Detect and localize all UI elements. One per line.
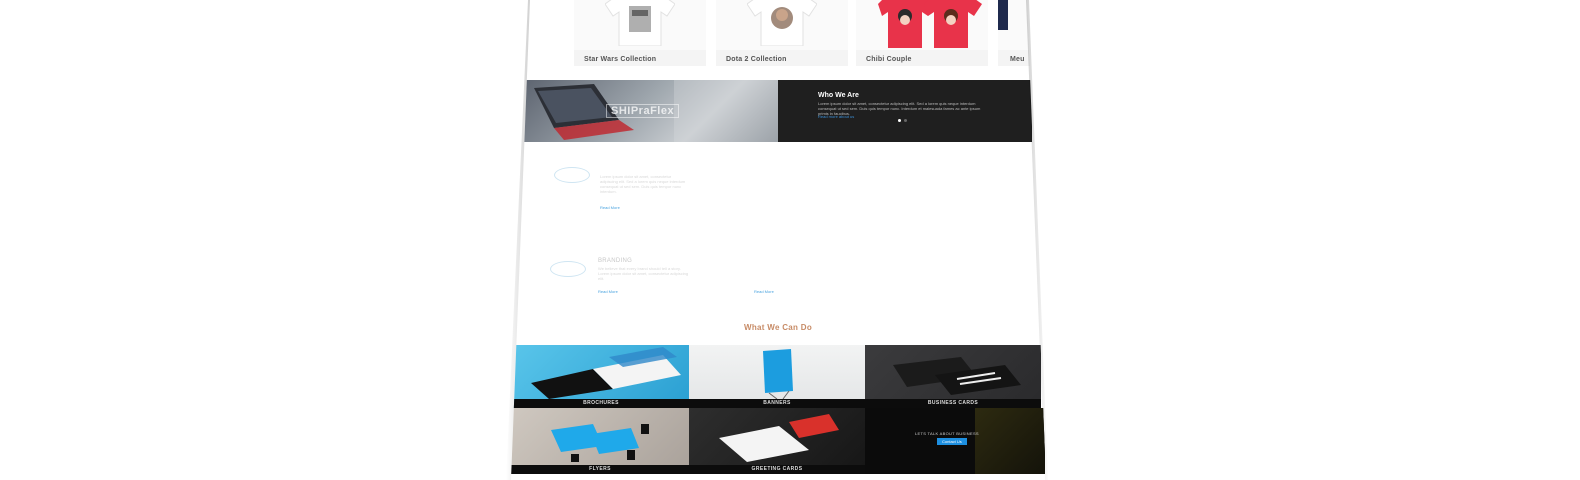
check-icon xyxy=(550,261,586,277)
team-photo: SHIPraFlex xyxy=(524,80,778,142)
service-text: We believe that every brand should tell … xyxy=(598,266,689,281)
product-row: Star Wars Collection Dota 2 Collection C… xyxy=(574,0,1038,68)
greeting-cards-image xyxy=(719,414,839,462)
portfolio-tile-brochures[interactable]: BROCHURES xyxy=(513,345,689,408)
flyers-image xyxy=(551,424,649,462)
portfolio-tile-business-cards[interactable]: BUSINESS CARDS xyxy=(865,345,1041,408)
service-text: Lorem ipsum dolor sit amet, consectetur … xyxy=(600,174,686,194)
lets-talk-panel: LETS TALK ABOUT BUSINESS Contact Us xyxy=(865,408,1045,474)
product-label: Star Wars Collection xyxy=(584,56,657,63)
product-card[interactable]: Chibi Couple xyxy=(856,0,988,66)
section-title: What We Can Do xyxy=(743,323,813,332)
service-heading: BRANDING xyxy=(598,258,633,264)
tile-caption: BUSINESS CARDS xyxy=(865,399,1041,408)
product-label: Meu xyxy=(1010,56,1025,63)
tile-caption: GREETING CARDS xyxy=(689,465,865,474)
who-we-are-panel: Who We Are Lorem ipsum dolor sit amet, c… xyxy=(778,80,1032,142)
portfolio-tile-greeting-cards[interactable]: GREETING CARDS xyxy=(689,408,865,474)
portfolio-tile-banners[interactable]: BANNERS xyxy=(689,345,865,408)
brochure-image xyxy=(531,347,681,399)
product-label: Dota 2 Collection xyxy=(726,56,787,63)
tile-caption: BANNERS xyxy=(689,399,865,408)
tshirt-image xyxy=(605,0,675,46)
contact-us-button[interactable]: Contact Us xyxy=(937,438,967,445)
read-more-link[interactable]: Read More xyxy=(754,289,774,294)
section-heading: Who We Are xyxy=(818,92,859,99)
slider-dot[interactable] xyxy=(904,119,907,122)
read-more-link[interactable]: Read More xyxy=(598,289,618,294)
product-card[interactable]: Star Wars Collection xyxy=(574,0,706,66)
read-more-link[interactable]: Read more about us xyxy=(818,114,854,119)
slider-dot-active[interactable] xyxy=(898,119,901,122)
tshirt-image xyxy=(998,0,1008,30)
product-card[interactable]: Meu xyxy=(998,0,1038,66)
lets-talk-text: LETS TALK ABOUT BUSINESS xyxy=(915,431,979,436)
banner-image xyxy=(763,349,793,400)
read-more-link[interactable]: Read More xyxy=(600,205,620,210)
webpage-mockup: Star Wars Collection Dota 2 Collection C… xyxy=(511,0,1046,480)
tshirt-image xyxy=(924,0,982,48)
tshirt-image xyxy=(747,0,817,46)
portfolio-tile-flyers[interactable]: FLYERS xyxy=(511,408,689,474)
product-card[interactable]: Dota 2 Collection xyxy=(716,0,848,66)
business-cards-image xyxy=(893,357,1021,395)
service-icon xyxy=(554,167,590,183)
tile-caption: FLYERS xyxy=(511,465,689,474)
tile-caption: BROCHURES xyxy=(513,399,689,408)
who-we-are-section: SHIPraFlex Who We Are Lorem ipsum dolor … xyxy=(524,80,1032,142)
product-label: Chibi Couple xyxy=(866,56,912,63)
logo-watermark: SHIPraFlex xyxy=(606,104,680,118)
